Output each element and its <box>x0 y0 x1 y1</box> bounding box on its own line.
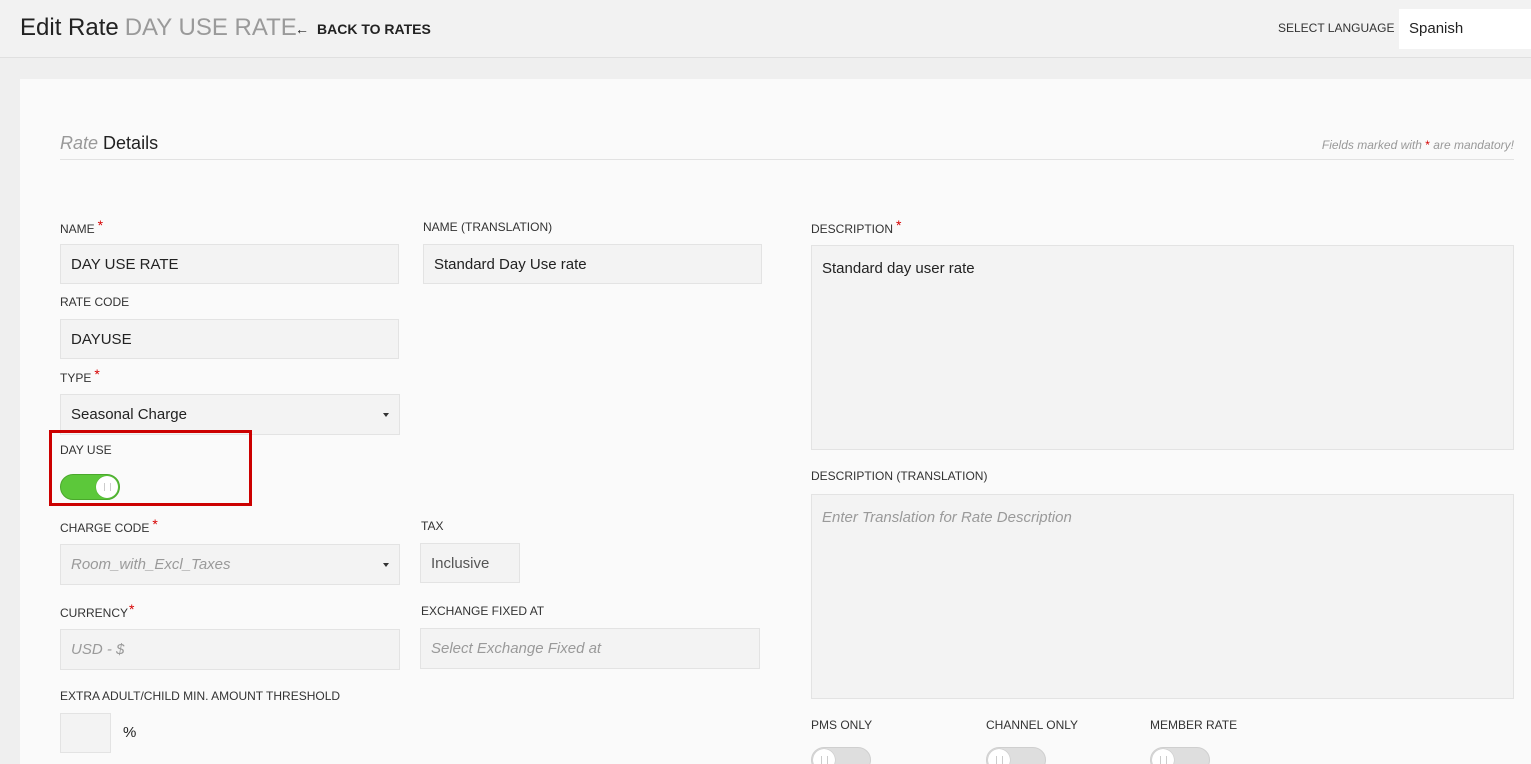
toggle-knob <box>96 476 118 498</box>
required-star: * <box>896 217 902 233</box>
required-star: * <box>152 516 158 532</box>
tax-value: Inclusive <box>420 543 520 583</box>
currency-label: CURRENCY* <box>60 601 135 620</box>
currency-label-text: CURRENCY <box>60 606 129 620</box>
type-label-text: TYPE <box>60 371 92 385</box>
back-to-rates-link[interactable]: ← BACK TO RATES <box>295 21 431 37</box>
currency-select[interactable]: USD - $ <box>60 629 400 670</box>
name-label: NAME * <box>60 217 104 236</box>
arrow-left-icon: ← <box>295 21 309 37</box>
exchange-fixed-at-label: EXCHANGE FIXED AT <box>421 604 545 618</box>
type-select[interactable]: Seasonal Charge <box>60 394 400 435</box>
select-language-label: SELECT LANGUAGE <box>1278 21 1395 35</box>
day-use-toggle[interactable] <box>60 474 120 500</box>
mandatory-note-prefix: Fields marked with <box>1321 138 1422 152</box>
channel-only-label: CHANNEL ONLY <box>986 718 1079 732</box>
caret-down-icon <box>383 562 389 567</box>
name-translation-input[interactable]: Standard Day Use rate <box>423 244 762 284</box>
toggle-knob <box>813 749 835 764</box>
name-input[interactable]: DAY USE RATE <box>60 244 399 284</box>
mandatory-note-star: * <box>1425 138 1430 152</box>
toggle-knob <box>1152 749 1174 764</box>
threshold-input[interactable] <box>60 713 111 753</box>
charge-code-select[interactable]: Room_with_Excl_Taxes <box>60 544 400 585</box>
type-label: TYPE * <box>60 366 100 385</box>
percent-unit: % <box>123 724 137 741</box>
required-star: * <box>97 217 104 233</box>
page-title-text: Edit Rate <box>20 14 119 41</box>
day-use-label: DAY USE <box>60 443 112 457</box>
charge-code-placeholder: Room_with_Excl_Taxes <box>71 556 231 573</box>
description-translation-label: DESCRIPTION (TRANSLATION) <box>811 469 988 483</box>
rate-code-label: RATE CODE <box>60 295 130 309</box>
page-subtitle: DAY USE RATE <box>124 14 297 41</box>
member-rate-toggle[interactable] <box>1150 747 1210 764</box>
rate-code-input[interactable]: DAYUSE <box>60 319 399 359</box>
section-title-bold: Details <box>103 133 159 153</box>
toggle-knob <box>988 749 1010 764</box>
required-star: * <box>94 366 100 382</box>
member-rate-label: MEMBER RATE <box>1150 718 1238 732</box>
page-title: Edit Rate DAY USE RATE <box>20 14 297 42</box>
description-label-text: DESCRIPTION <box>811 222 894 236</box>
charge-code-label-text: CHARGE CODE <box>60 521 150 535</box>
back-to-rates-label: BACK TO RATES <box>317 21 431 37</box>
name-label-text: NAME <box>60 222 95 236</box>
channel-only-toggle[interactable] <box>986 747 1046 764</box>
mandatory-note: Fields marked with * are mandatory! <box>1322 138 1514 152</box>
description-label: DESCRIPTION * <box>811 217 902 236</box>
threshold-label: EXTRA ADULT/CHILD MIN. AMOUNT THRESHOLD <box>60 689 341 703</box>
name-translation-label: NAME (TRANSLATION) <box>423 220 553 234</box>
type-select-value: Seasonal Charge <box>71 406 187 423</box>
mandatory-note-suffix: are mandatory! <box>1433 138 1514 152</box>
section-divider <box>60 159 1514 160</box>
description-textarea[interactable]: Standard day user rate <box>811 245 1514 450</box>
pms-only-toggle[interactable] <box>811 747 871 764</box>
section-title: Rate Details <box>60 133 158 154</box>
pms-only-label: PMS ONLY <box>811 718 873 732</box>
required-star: * <box>129 601 135 617</box>
charge-code-label: CHARGE CODE * <box>60 516 158 535</box>
tax-label: TAX <box>421 519 444 533</box>
description-translation-textarea[interactable]: Enter Translation for Rate Description <box>811 494 1514 699</box>
section-title-light: Rate <box>60 133 99 153</box>
caret-down-icon <box>383 412 389 417</box>
language-select[interactable]: Spanish <box>1399 9 1531 49</box>
exchange-fixed-at-input[interactable]: Select Exchange Fixed at <box>420 628 760 669</box>
